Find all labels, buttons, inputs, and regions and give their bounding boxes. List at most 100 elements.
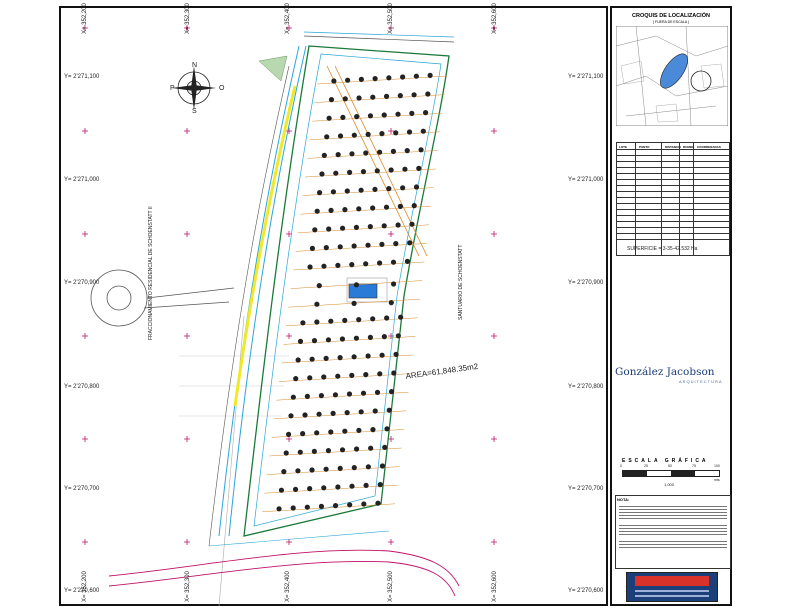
y-label-right-1: Y= 2'271,100: [568, 74, 604, 80]
tree-marker: [381, 112, 387, 118]
x-label-bottom-5: X= 352,600: [492, 571, 498, 602]
lot-row: [278, 370, 411, 382]
tree-marker: [353, 335, 360, 341]
grid-cross: [286, 539, 292, 545]
property-line-west: [218, 315, 245, 606]
table-row-line: [617, 239, 729, 240]
compass-s: S: [192, 108, 197, 115]
north-arrow: [172, 66, 216, 110]
grid-cross: [388, 231, 394, 237]
scale-tick-0: 0: [620, 464, 622, 468]
tree-marker: [323, 466, 329, 472]
y-label-right-6: Y= 2'270,600: [568, 588, 604, 594]
table-row-line: [617, 197, 729, 198]
tree-marker: [397, 203, 403, 209]
tree-marker: [379, 352, 385, 358]
y-label-left-6: Y= 2'270,600: [64, 588, 100, 594]
x-label-bottom-4: X= 352,500: [388, 571, 394, 602]
tree-marker: [365, 242, 371, 248]
table-row-line: [617, 161, 729, 162]
tree-marker: [365, 131, 371, 137]
grid-cross: [491, 333, 497, 339]
grid-cross: [82, 231, 88, 237]
grid-cross: [491, 539, 497, 545]
tree-marker: [281, 469, 287, 475]
table-row-line: [617, 203, 729, 204]
scale-tick-75: 75: [692, 464, 696, 468]
tree-marker: [328, 207, 334, 213]
tree-marker: [391, 370, 397, 376]
notes-box: NOTA:: [615, 495, 731, 569]
tree-marker: [413, 184, 420, 190]
tree-marker: [351, 465, 357, 471]
tree-marker: [370, 316, 376, 322]
location-sketch: [616, 26, 728, 126]
tree-marker: [354, 114, 360, 120]
brand-name: González Jacobson: [615, 366, 715, 378]
tree-marker: [325, 337, 332, 343]
table-row-line: [617, 185, 729, 186]
tree-marker: [384, 315, 390, 321]
tree-marker: [363, 150, 369, 156]
lot-row: [297, 221, 429, 234]
tree-marker: [427, 72, 433, 78]
tree-marker: [297, 449, 303, 455]
x-label-top-2: X= 352,300: [185, 3, 191, 34]
tree-marker: [358, 76, 364, 82]
tree-marker: [332, 392, 339, 398]
tree-marker: [339, 336, 346, 342]
tree-marker: [395, 333, 401, 339]
tree-marker: [283, 450, 289, 456]
tree-marker: [377, 149, 383, 155]
tree-marker: [363, 261, 369, 267]
tree-marker: [326, 226, 332, 232]
lot-row: [281, 351, 414, 364]
compass-n: N: [192, 62, 198, 69]
lot-row: [293, 258, 425, 271]
tree-marker: [347, 502, 353, 508]
tree-marker: [370, 94, 376, 100]
scale-unit: mts: [714, 478, 720, 482]
lot-row: [273, 407, 407, 420]
tree-marker: [349, 262, 355, 268]
tree-marker: [356, 317, 362, 323]
table-row-line: [617, 233, 729, 234]
tree-marker: [288, 413, 294, 419]
tree-marker: [340, 114, 346, 120]
tree-marker: [326, 115, 332, 121]
lot-row: [271, 426, 405, 438]
tree-marker: [353, 224, 360, 230]
tree-marker: [337, 355, 343, 361]
tree-marker: [319, 171, 325, 177]
tree-marker: [374, 168, 380, 174]
tree-marker: [300, 431, 306, 437]
tree-marker: [356, 206, 362, 212]
grid-cross: [286, 333, 292, 339]
tree-marker: [344, 188, 350, 194]
tree-marker: [349, 483, 355, 489]
y-label-left-3: Y= 2'270,900: [64, 280, 100, 286]
table-row-line: [617, 179, 729, 180]
table-row-line: [617, 173, 729, 174]
tree-marker: [382, 444, 388, 450]
grid-cross: [491, 231, 497, 237]
tree-marker: [395, 222, 401, 228]
x-label-bottom-3: X= 352,400: [285, 571, 291, 602]
brand-logo: González Jacobson ARQUITECTURA: [615, 366, 731, 388]
tree-marker: [379, 241, 385, 247]
tree-marker: [335, 373, 341, 379]
lot-row: [264, 482, 398, 494]
lot-row: [283, 333, 416, 345]
tree-marker: [375, 500, 381, 506]
site-map: [82, 25, 497, 606]
tree-marker: [397, 93, 403, 99]
tree-marker: [307, 375, 313, 381]
x-label-top-1: X= 352,200: [82, 3, 88, 34]
y-label-left-4: Y= 2'270,800: [64, 384, 100, 390]
tree-marker: [309, 467, 315, 473]
tree-marker: [302, 412, 308, 418]
tree-marker: [337, 244, 343, 250]
tree-marker: [356, 427, 362, 433]
grid-cross: [388, 539, 394, 545]
tree-marker: [342, 317, 348, 323]
